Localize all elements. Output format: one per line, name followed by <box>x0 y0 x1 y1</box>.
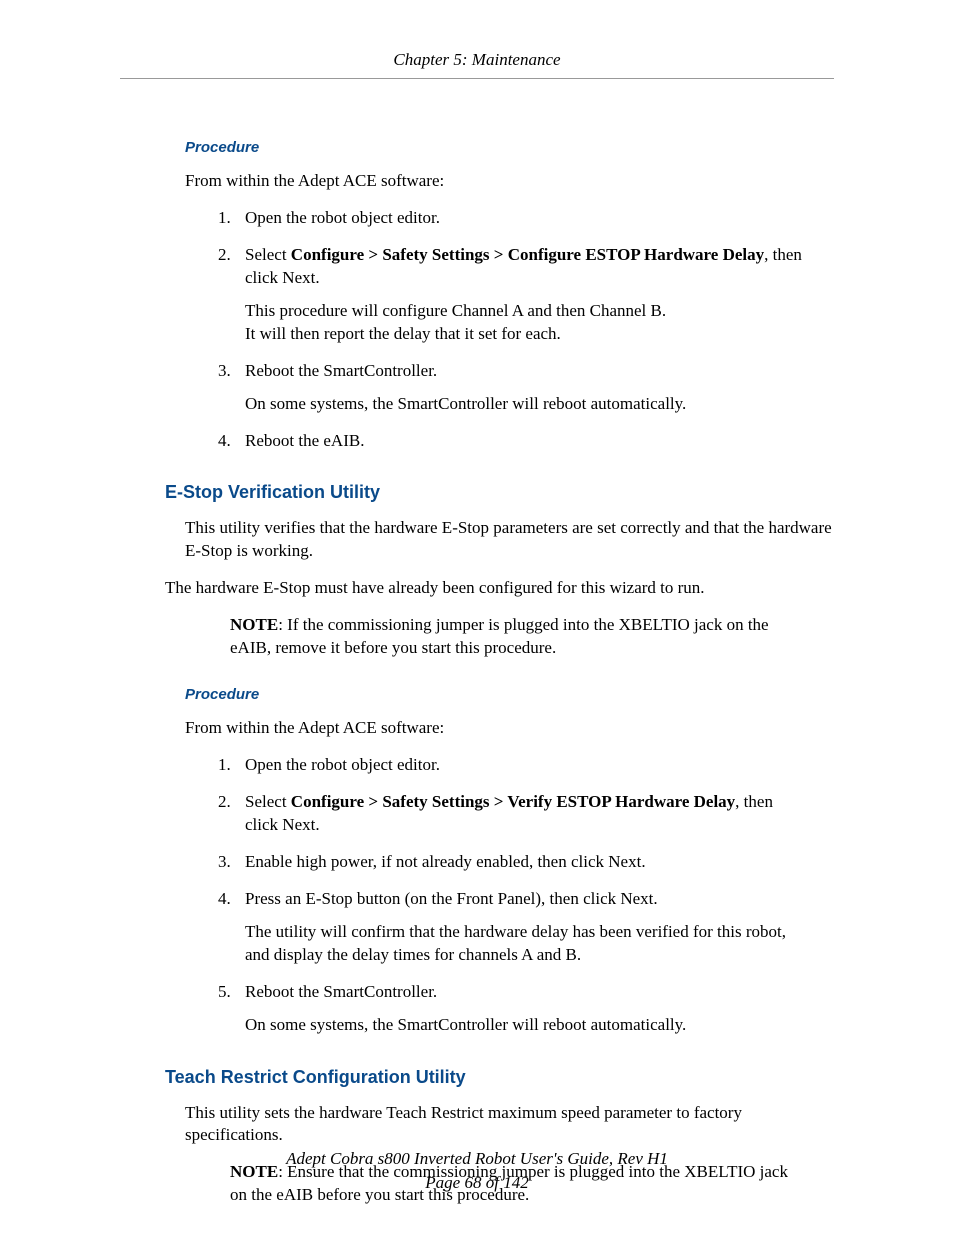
menu-path: Configure > Safety Settings > Verify EST… <box>291 792 735 811</box>
note-label: NOTE <box>230 615 278 634</box>
step-sub-text: It will then report the delay that it se… <box>245 323 804 346</box>
step-sub-text: On some systems, the SmartController wil… <box>245 393 804 416</box>
footer-title: Adept Cobra s800 Inverted Robot User's G… <box>0 1147 954 1171</box>
procedure-2-list: Open the robot object editor. Select Con… <box>195 754 804 1036</box>
step-text: Open the robot object editor. <box>245 755 440 774</box>
teach-paragraph: This utility sets the hardware Teach Res… <box>185 1102 834 1148</box>
page-footer: Adept Cobra s800 Inverted Robot User's G… <box>0 1147 954 1195</box>
procedure-1-heading: Procedure <box>185 139 834 156</box>
step-sub-text: The utility will confirm that the hardwa… <box>245 921 804 967</box>
note-text: : If the commissioning jumper is plugged… <box>230 615 769 657</box>
menu-path: Configure > Safety Settings > Configure … <box>291 245 764 264</box>
step-text: Open the robot object editor. <box>245 208 440 227</box>
step-text: Reboot the SmartController. <box>245 982 437 1001</box>
step-text: Enable high power, if not already enable… <box>245 852 646 871</box>
step-text: Press an E-Stop button (on the Front Pan… <box>245 889 658 908</box>
chapter-header: Chapter 5: Maintenance <box>120 50 834 70</box>
footer-page: Page 68 of 142 <box>0 1171 954 1195</box>
list-item: Reboot the SmartController. On some syst… <box>235 981 804 1037</box>
list-item: Enable high power, if not already enable… <box>235 851 804 874</box>
estop-heading: E-Stop Verification Utility <box>165 482 834 503</box>
estop-note: NOTE: If the commissioning jumper is plu… <box>230 614 804 660</box>
procedure-1-intro: From within the Adept ACE software: <box>185 170 834 193</box>
procedure-1-list: Open the robot object editor. Select Con… <box>195 207 804 453</box>
list-item: Press an E-Stop button (on the Front Pan… <box>235 888 804 967</box>
step-text: Reboot the eAIB. <box>245 431 364 450</box>
teach-heading: Teach Restrict Configuration Utility <box>165 1067 834 1088</box>
estop-paragraph: The hardware E-Stop must have already be… <box>165 577 834 600</box>
step-text: Select <box>245 245 291 264</box>
step-sub-text: This procedure will configure Channel A … <box>245 300 804 323</box>
list-item: Select Configure > Safety Settings > Con… <box>235 244 804 346</box>
list-item: Reboot the SmartController. On some syst… <box>235 360 804 416</box>
estop-paragraph: This utility verifies that the hardware … <box>185 517 834 563</box>
procedure-2-intro: From within the Adept ACE software: <box>185 717 834 740</box>
list-item: Select Configure > Safety Settings > Ver… <box>235 791 804 837</box>
procedure-2-heading: Procedure <box>185 686 834 703</box>
step-text: Reboot the SmartController. <box>245 361 437 380</box>
step-text: Select <box>245 792 291 811</box>
list-item: Open the robot object editor. <box>235 754 804 777</box>
page: Chapter 5: Maintenance Procedure From wi… <box>0 0 954 1235</box>
step-sub-text: On some systems, the SmartController wil… <box>245 1014 804 1037</box>
list-item: Reboot the eAIB. <box>235 430 804 453</box>
list-item: Open the robot object editor. <box>235 207 804 230</box>
header-rule <box>120 78 834 79</box>
